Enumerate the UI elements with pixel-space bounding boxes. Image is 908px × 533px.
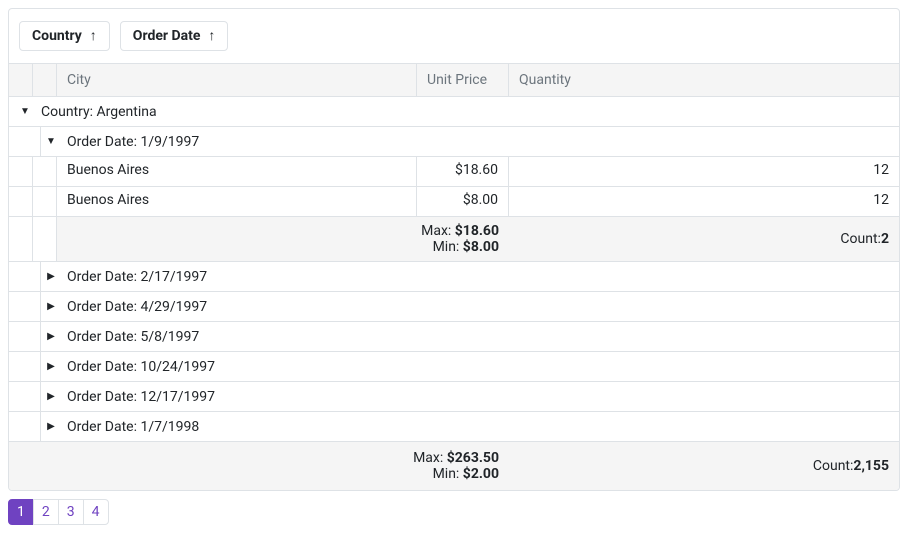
group-row-order-date[interactable]: ▶ Order Date: 4/29/1997 <box>9 292 899 322</box>
group-label: Country: Argentina <box>35 99 163 125</box>
arrow-up-icon: ↑ <box>90 29 97 43</box>
group-label: Order Date: 10/24/1997 <box>61 354 221 380</box>
group-summary-row: Max: $18.60 Min: $8.00 Count: 2 <box>9 217 899 262</box>
caret-right-icon[interactable]: ▶ <box>41 301 61 312</box>
cell-unit-price: $18.60 <box>417 157 509 186</box>
group-row-country[interactable]: ▼ Country: Argentina <box>9 97 899 127</box>
group-label: Order Date: 5/8/1997 <box>61 324 205 350</box>
indent-cell <box>17 352 41 381</box>
caret-down-icon[interactable]: ▼ <box>41 136 61 147</box>
summary-min-value: $8.00 <box>463 239 499 255</box>
group-row-order-date[interactable]: ▶ Order Date: 10/24/1997 <box>9 352 899 382</box>
cell-unit-price: $8.00 <box>417 187 509 216</box>
arrow-up-icon: ↑ <box>208 29 215 43</box>
group-chip-country[interactable]: Country ↑ <box>19 21 110 51</box>
group-chip-label: Country <box>32 28 82 44</box>
indent-cell <box>33 157 57 186</box>
group-label: Order Date: 4/29/1997 <box>61 294 213 320</box>
summary-count-value: 2 <box>881 231 889 247</box>
group-panel: Country ↑ Order Date ↑ <box>9 9 899 64</box>
caret-right-icon[interactable]: ▶ <box>41 331 61 342</box>
caret-right-icon[interactable]: ▶ <box>41 391 61 402</box>
page-button-1[interactable]: 1 <box>8 499 34 525</box>
summary-count: Count: 2 <box>509 217 899 261</box>
column-header-quantity[interactable]: Quantity <box>509 64 899 96</box>
summary-max-label: Max: <box>421 223 455 239</box>
summary-max-value: $18.60 <box>455 223 499 239</box>
group-row-order-date[interactable]: ▶ Order Date: 1/7/1998 <box>9 412 899 442</box>
footer-max-label: Max: <box>413 450 447 466</box>
cell-quantity: 12 <box>509 187 899 216</box>
group-chip-label: Order Date <box>133 28 201 44</box>
footer-price-summary: Max: $263.50 Min: $2.00 <box>9 442 509 490</box>
group-row-order-date[interactable]: ▼ Order Date: 1/9/1997 <box>9 127 899 157</box>
group-label: Order Date: 12/17/1997 <box>61 384 221 410</box>
group-label: Order Date: 2/17/1997 <box>61 264 213 290</box>
caret-right-icon[interactable]: ▶ <box>41 271 61 282</box>
cell-city: Buenos Aires <box>57 187 417 216</box>
expander-header <box>33 64 57 96</box>
data-grid: Country ↑ Order Date ↑ City Unit Price Q… <box>8 8 900 491</box>
indent-cell <box>17 292 41 321</box>
table-row: Buenos Aires $18.60 12 <box>9 157 899 187</box>
caret-right-icon[interactable]: ▶ <box>41 361 61 372</box>
expander-header <box>9 64 33 96</box>
summary-count-label: Count: <box>840 231 881 247</box>
group-row-order-date[interactable]: ▶ Order Date: 12/17/1997 <box>9 382 899 412</box>
footer-count-value: 2,155 <box>853 458 889 474</box>
footer-min-label: Min: <box>433 466 463 482</box>
indent-cell <box>17 412 41 441</box>
table-row: Buenos Aires $8.00 12 <box>9 187 899 217</box>
summary-price: Max: $18.60 Min: $8.00 <box>57 217 509 261</box>
group-row-order-date[interactable]: ▶ Order Date: 2/17/1997 <box>9 262 899 292</box>
caret-down-icon[interactable]: ▼ <box>15 106 35 117</box>
footer-max-value: $263.50 <box>447 450 499 466</box>
cell-city: Buenos Aires <box>57 157 417 186</box>
indent-cell <box>17 322 41 351</box>
page-button-3[interactable]: 3 <box>58 499 84 525</box>
grid-summary-row: Max: $263.50 Min: $2.00 Count: 2,155 <box>9 442 899 490</box>
indent-cell <box>17 262 41 291</box>
indent-cell <box>9 217 33 261</box>
group-label: Order Date: 1/9/1997 <box>61 129 205 155</box>
indent-cell <box>33 187 57 216</box>
page-button-2[interactable]: 2 <box>33 499 59 525</box>
column-header-unit-price[interactable]: Unit Price <box>417 64 509 96</box>
footer-min-value: $2.00 <box>463 466 499 482</box>
footer-count-summary: Count: 2,155 <box>509 442 899 490</box>
group-chip-order-date[interactable]: Order Date ↑ <box>120 21 229 51</box>
indent-cell <box>9 157 33 186</box>
group-row-order-date[interactable]: ▶ Order Date: 5/8/1997 <box>9 322 899 352</box>
cell-quantity: 12 <box>509 157 899 186</box>
summary-min-label: Min: <box>433 239 463 255</box>
page-button-4[interactable]: 4 <box>83 499 109 525</box>
column-headers: City Unit Price Quantity <box>9 64 899 97</box>
caret-right-icon[interactable]: ▶ <box>41 421 61 432</box>
footer-count-label: Count: <box>813 458 854 474</box>
group-label: Order Date: 1/7/1998 <box>61 414 205 440</box>
indent-cell <box>33 217 57 261</box>
column-header-city[interactable]: City <box>57 64 417 96</box>
indent-cell <box>17 127 41 156</box>
indent-cell <box>17 382 41 411</box>
indent-cell <box>9 187 33 216</box>
pager: 1 2 3 4 <box>8 491 900 525</box>
